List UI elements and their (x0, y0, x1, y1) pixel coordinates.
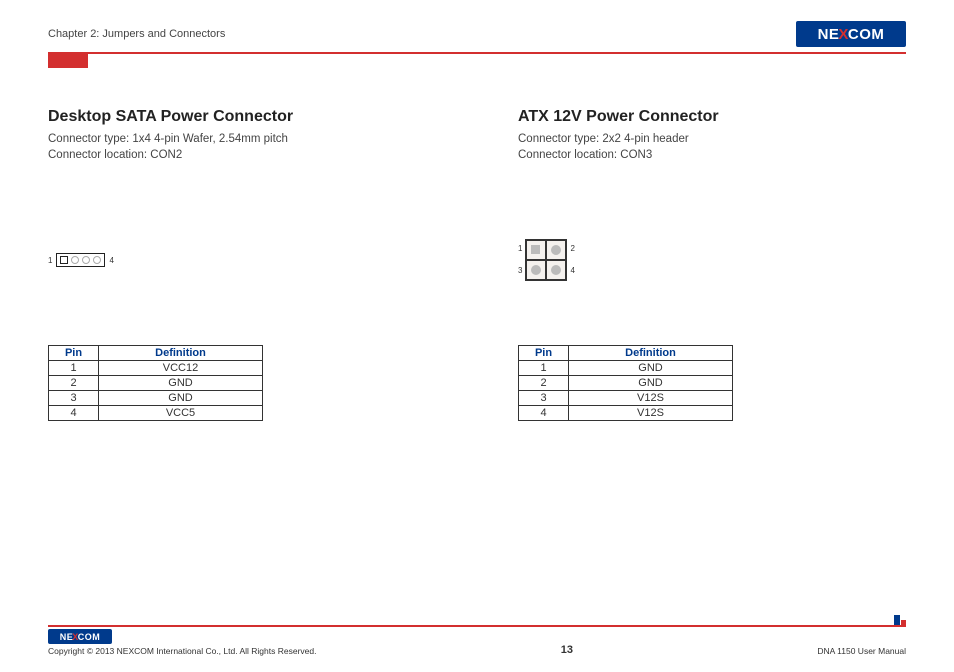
nexcom-logo: NEXCOM (796, 21, 906, 47)
sata-diagram: 1 4 (48, 205, 378, 315)
manual-name: DNA 1150 User Manual (817, 646, 906, 656)
pin-square-icon (60, 256, 68, 264)
th-pin: Pin (49, 346, 99, 361)
table-header-row: Pin Definition (519, 346, 733, 361)
table-row: 4 VCC5 (49, 406, 263, 421)
th-pin: Pin (519, 346, 569, 361)
table-row: 1 VCC12 (49, 361, 263, 376)
right-connector-location: Connector location: CON3 (518, 148, 848, 164)
pin-circle-icon (71, 256, 79, 264)
right-column: ATX 12V Power Connector Connector type: … (518, 108, 848, 421)
left-column: Desktop SATA Power Connector Connector t… (48, 108, 378, 421)
atx-cell-1 (526, 240, 546, 260)
table-header-row: Pin Definition (49, 346, 263, 361)
atx-pin3-label: 3 (518, 267, 522, 275)
pin-circle-icon (551, 245, 561, 255)
page-footer: NEXCOM Copyright © 2013 NEXCOM Internati… (48, 625, 906, 656)
right-heading: ATX 12V Power Connector (518, 108, 848, 126)
pin-circle-icon (93, 256, 101, 264)
header-accent-block (48, 54, 88, 68)
atx-cell-3 (526, 260, 546, 280)
copyright-text: Copyright © 2013 NEXCOM International Co… (48, 646, 316, 656)
left-connector-type: Connector type: 1x4 4-pin Wafer, 2.54mm … (48, 132, 378, 148)
left-pin-table: Pin Definition 1 VCC12 2 GND 3 GND 4 VCC… (48, 345, 263, 421)
header-rule (48, 52, 906, 54)
table-row: 3 V12S (519, 391, 733, 406)
sata-connector-icon (56, 253, 105, 267)
th-def: Definition (569, 346, 733, 361)
left-heading: Desktop SATA Power Connector (48, 108, 378, 126)
nexcom-logo-small: NEXCOM (48, 629, 112, 644)
right-connector-type: Connector type: 2x2 4-pin header (518, 132, 848, 148)
chapter-title: Chapter 2: Jumpers and Connectors (48, 28, 225, 40)
atx-cell-4 (546, 260, 566, 280)
right-pin-table: Pin Definition 1 GND 2 GND 3 V12S 4 V12S (518, 345, 733, 421)
table-row: 3 GND (49, 391, 263, 406)
pin-square-icon (531, 245, 540, 254)
th-def: Definition (99, 346, 263, 361)
atx-pin4-label: 4 (570, 267, 574, 275)
main-content: Desktop SATA Power Connector Connector t… (48, 108, 906, 421)
sata-pin4-label: 4 (109, 256, 113, 265)
atx-pin1-label: 1 (518, 245, 522, 253)
table-row: 2 GND (49, 376, 263, 391)
page-header: Chapter 2: Jumpers and Connectors NEXCOM (48, 20, 906, 48)
pin-circle-icon (531, 265, 541, 275)
pin-circle-icon (82, 256, 90, 264)
table-row: 1 GND (519, 361, 733, 376)
pin-circle-icon (551, 265, 561, 275)
atx-pin2-label: 2 (570, 245, 574, 253)
table-row: 4 V12S (519, 406, 733, 421)
atx-diagram: 1 2 3 4 (518, 205, 848, 315)
footer-rule (48, 625, 906, 627)
left-connector-location: Connector location: CON2 (48, 148, 378, 164)
footer-decoration-icon (894, 615, 906, 625)
atx-cell-2 (546, 240, 566, 260)
table-row: 2 GND (519, 376, 733, 391)
sata-pin1-label: 1 (48, 256, 52, 265)
page-number: 13 (561, 644, 573, 656)
atx-connector-icon (525, 239, 567, 281)
